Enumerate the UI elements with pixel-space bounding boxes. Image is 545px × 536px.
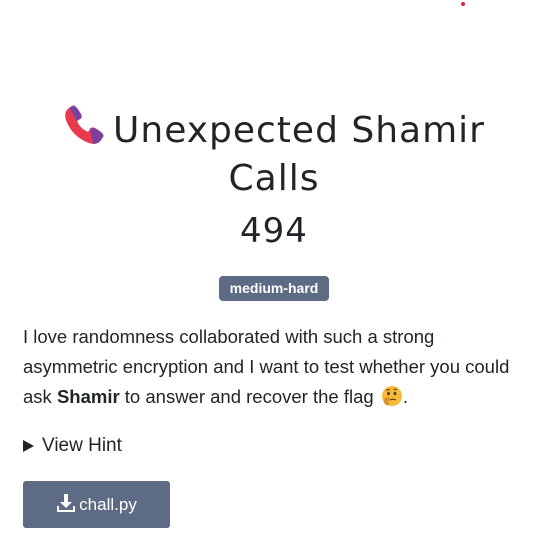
challenge-points: 494 xyxy=(240,211,308,251)
challenge-title: Unexpected Shamir Calls xyxy=(22,104,526,203)
challenge-title-text: Unexpected Shamir Calls xyxy=(113,110,485,199)
telephone-receiver-icon xyxy=(63,104,105,146)
challenge-description: I love randomness collaborated with such… xyxy=(23,322,523,412)
view-hint-toggle[interactable]: View Hint xyxy=(23,432,122,460)
challenge-header: Unexpected Shamir Calls xyxy=(22,104,526,203)
difficulty-badge: medium-hard xyxy=(219,276,329,301)
download-icon xyxy=(56,484,76,512)
view-hint-label: View Hint xyxy=(42,435,122,456)
description-bold-name: Shamir xyxy=(56,386,120,407)
challenge-page: Unexpected Shamir Calls 494 medium-hard … xyxy=(0,0,545,536)
notification-dot xyxy=(461,2,465,6)
description-text-2: to answer and recover the flag xyxy=(119,386,379,407)
download-file-button[interactable]: chall.py xyxy=(23,481,170,528)
description-text-3: . xyxy=(402,386,408,407)
thinking-face-icon xyxy=(381,385,403,407)
download-file-name: chall.py xyxy=(79,495,137,514)
disclosure-triangle-icon xyxy=(23,440,34,452)
